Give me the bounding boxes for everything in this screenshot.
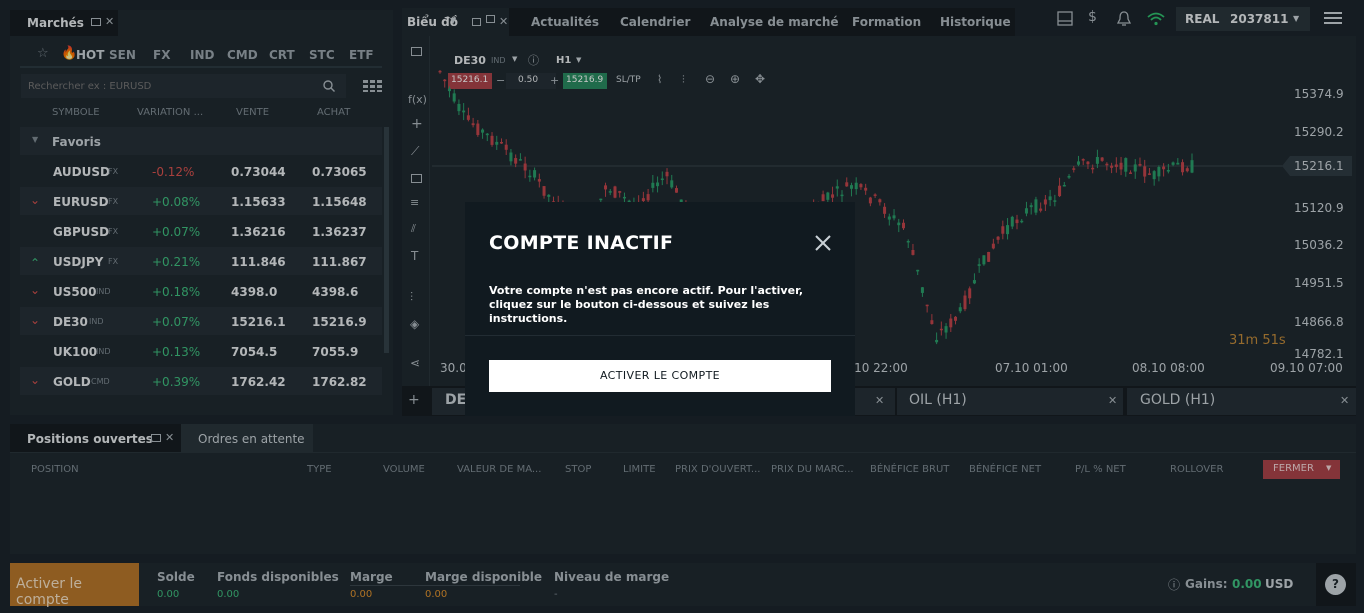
modal-title: COMPTE INACTIF <box>489 232 674 254</box>
inactive-account-modal: COMPTE INACTIF Votre compte n'est pas en… <box>465 202 855 416</box>
activate-account-modal-button[interactable]: ACTIVER LE COMPTE <box>489 360 831 392</box>
modal-message: Votre compte n'est pas encore actif. Pou… <box>489 284 804 325</box>
modal-separator <box>465 335 855 336</box>
close-icon[interactable] <box>814 234 832 252</box>
